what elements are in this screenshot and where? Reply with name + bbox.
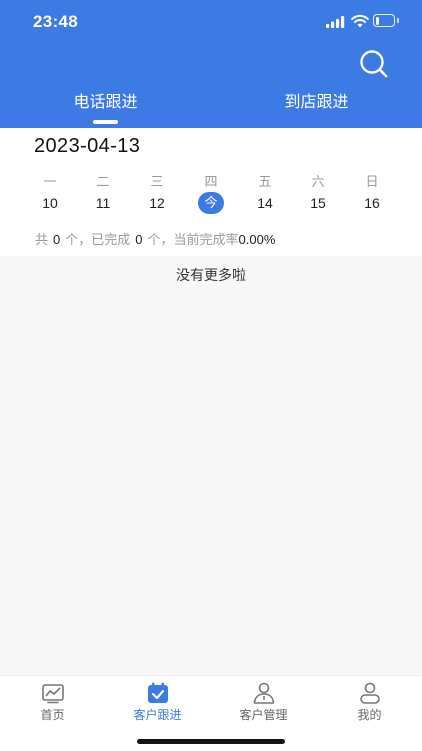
person-icon [359, 682, 380, 704]
nav-item-home[interactable]: 首页 [0, 682, 105, 723]
user-badge-icon [253, 682, 274, 704]
selected-date: 2023-04-13 [34, 135, 141, 157]
battery-percent: 23 [378, 14, 389, 25]
nav-label: 我的 [357, 708, 382, 722]
completion-rate: 0.00% [238, 232, 276, 247]
date-panel: 2023-04-13 一 10 二 11 三 12 四 今 五 14 六 15 … [0, 128, 422, 256]
active-tab-indicator [93, 120, 118, 124]
day-number: 15 [310, 195, 326, 211]
weekday-label: 六 [311, 174, 325, 189]
nav-label: 首页 [40, 708, 65, 722]
chart-icon [41, 684, 64, 704]
tab-phone-follow-up[interactable]: 电话跟进 [0, 88, 211, 112]
calendar-check-icon [147, 682, 168, 703]
completion-stats: 共 0 个，已完成 0 个，当前完成率0.00% [35, 229, 275, 248]
weekday-label: 日 [365, 174, 379, 189]
nav-item-customer-follow-up[interactable]: 客户跟进 [105, 682, 210, 723]
weekday-label: 三 [150, 174, 164, 189]
day-tue[interactable]: 二 11 [83, 173, 123, 214]
battery-cap [397, 18, 399, 23]
stats-mid: 个，已完成 [65, 232, 131, 247]
nav-item-mine[interactable]: 我的 [317, 682, 422, 723]
follow-up-tabs: 电话跟进 到店跟进 [0, 88, 422, 128]
search-icon[interactable] [358, 49, 390, 79]
wifi-icon [351, 14, 369, 28]
status-time: 23:48 [33, 12, 78, 31]
day-number: 12 [149, 195, 165, 211]
home-indicator [137, 739, 285, 744]
day-sat[interactable]: 六 15 [298, 173, 338, 214]
nav-label: 客户跟进 [133, 708, 182, 722]
nav-label: 客户管理 [239, 708, 288, 722]
total-count: 0 [53, 232, 61, 247]
day-number: 14 [257, 195, 273, 211]
stats-suffix: 个，当前完成率 [147, 232, 239, 247]
weekday-label: 二 [96, 174, 110, 189]
day-wed[interactable]: 三 12 [137, 173, 177, 214]
day-fri[interactable]: 五 14 [245, 173, 285, 214]
stats-prefix: 共 [35, 232, 49, 247]
list-end-text: 没有更多啦 [176, 267, 246, 283]
header: 23:48 23 电话跟进 到店跟进 [0, 0, 422, 128]
nav-item-customer-management[interactable]: 客户管理 [211, 682, 316, 723]
cellular-signal-icon [326, 16, 345, 28]
day-thu-today[interactable]: 四 今 [191, 173, 231, 214]
day-number: 16 [364, 195, 380, 211]
status-bar: 23:48 23 [0, 0, 422, 44]
weekday-label: 四 [204, 174, 218, 189]
day-number: 10 [42, 195, 58, 211]
battery-icon: 23 [373, 14, 395, 27]
weekday-label: 一 [43, 174, 57, 189]
day-mon[interactable]: 一 10 [30, 173, 70, 214]
day-number: 11 [95, 195, 111, 211]
tab-store-follow-up[interactable]: 到店跟进 [211, 88, 422, 112]
today-badge: 今 [198, 192, 224, 214]
done-count: 0 [135, 232, 143, 247]
day-sun[interactable]: 日 16 [352, 173, 392, 214]
weekday-label: 五 [258, 174, 272, 189]
